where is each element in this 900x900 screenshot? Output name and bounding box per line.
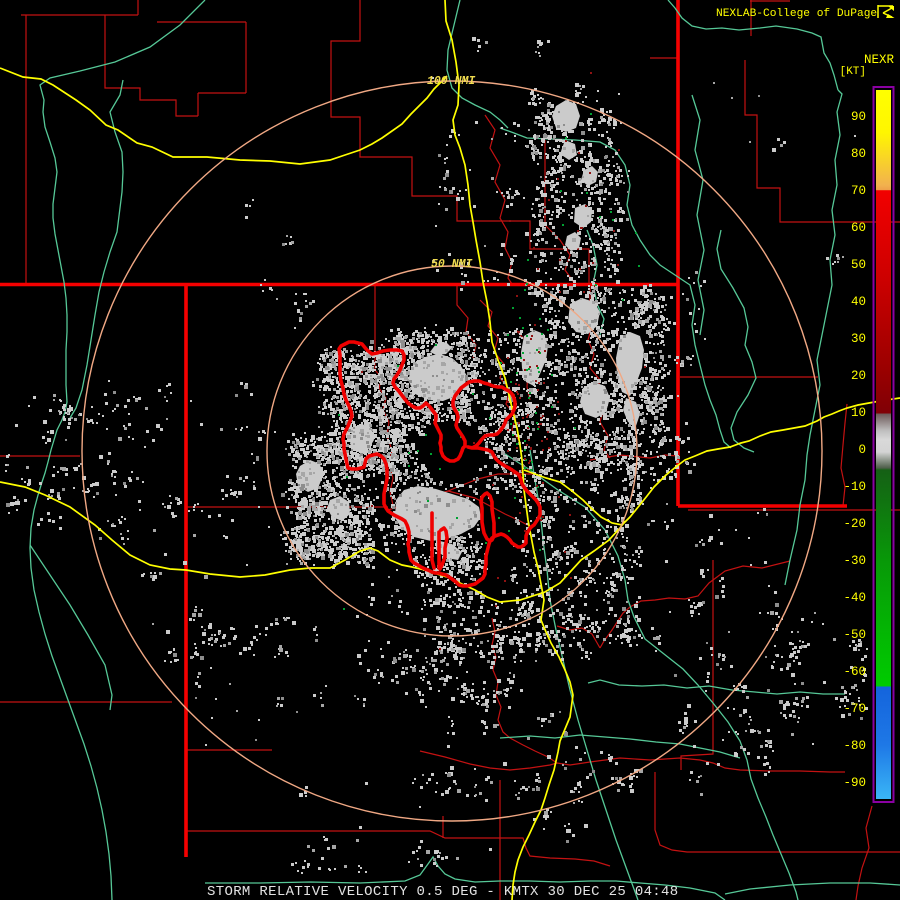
svg-text:-60: -60 <box>843 665 866 679</box>
svg-text:-40: -40 <box>843 591 866 605</box>
svg-text:70: 70 <box>851 184 866 198</box>
svg-text:-30: -30 <box>843 554 866 568</box>
svg-text:-50: -50 <box>843 628 866 642</box>
svg-text:10: 10 <box>851 406 866 420</box>
svg-text:NEXR: NEXR <box>864 53 895 67</box>
svg-text:-10: -10 <box>843 480 866 494</box>
svg-text:[KT]: [KT] <box>840 66 866 78</box>
svg-text:NEXLAB-College of DuPage: NEXLAB-College of DuPage <box>716 8 877 20</box>
svg-text:50: 50 <box>851 258 866 272</box>
svg-text:90: 90 <box>851 110 866 124</box>
svg-text:20: 20 <box>851 369 866 383</box>
svg-text:100 NMI: 100 NMI <box>427 75 475 88</box>
svg-text:-70: -70 <box>843 702 866 716</box>
svg-text:-80: -80 <box>843 739 866 753</box>
svg-text:-20: -20 <box>843 517 866 531</box>
svg-text:30: 30 <box>851 332 866 346</box>
svg-text:STORM RELATIVE VELOCITY 0.5 DE: STORM RELATIVE VELOCITY 0.5 DEG - KMTX 3… <box>207 884 679 900</box>
svg-text:80: 80 <box>851 147 866 161</box>
svg-text:40: 40 <box>851 295 866 309</box>
svg-text:-90: -90 <box>843 776 866 790</box>
svg-text:0: 0 <box>858 443 866 457</box>
svg-text:60: 60 <box>851 221 866 235</box>
svg-text:50 NMI: 50 NMI <box>431 258 473 271</box>
